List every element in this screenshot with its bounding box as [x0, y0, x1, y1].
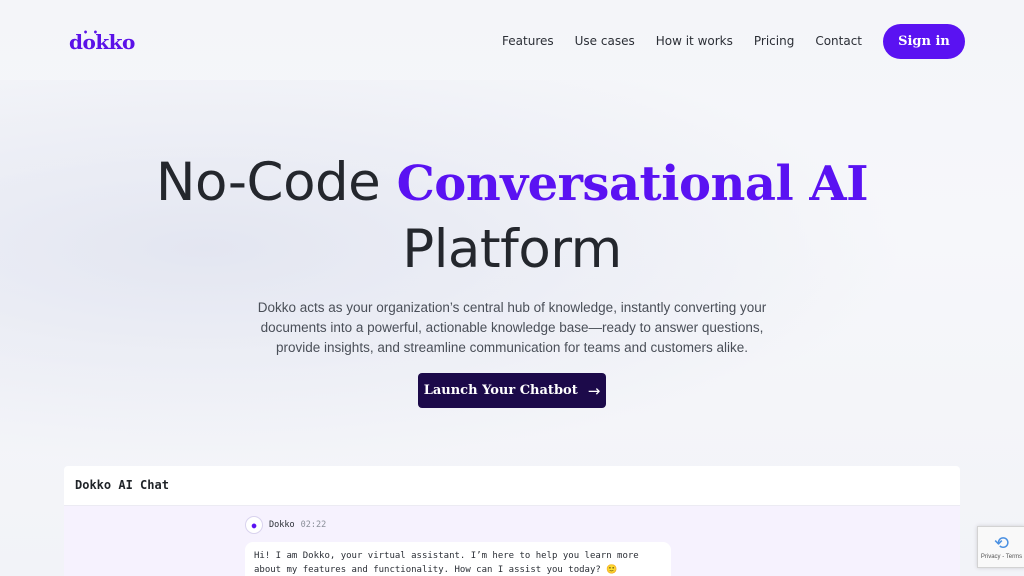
hero-title-post: Platform — [402, 219, 622, 280]
main-nav: Features Use cases How it works Pricing … — [481, 34, 862, 48]
hero-title: No-Code Conversational AI Platform — [0, 150, 1024, 283]
message-sender: Dokko — [269, 520, 295, 530]
message-meta: ● Dokko 02:22 — [245, 516, 326, 534]
chat-body: ● Dokko 02:22 Hi! I am Dokko, your virtu… — [64, 506, 960, 576]
hero-title-pre: No-Code — [155, 152, 397, 213]
cta-label: Launch Your Chatbot — [423, 383, 578, 398]
recaptcha-badge[interactable]: ⟲ Privacy - Terms — [977, 526, 1024, 568]
launch-chatbot-button[interactable]: Launch Your Chatbot → — [418, 373, 606, 408]
nav-use-cases[interactable]: Use cases — [575, 34, 635, 48]
hero-description: Dokko acts as your organization’s centra… — [257, 300, 767, 355]
sign-in-button[interactable]: Sign in — [883, 24, 965, 59]
dokko-logo[interactable]: • • dokko — [69, 27, 135, 55]
dokko-avatar-icon: ● — [245, 516, 263, 534]
recaptcha-legal: Privacy - Terms — [980, 554, 1023, 560]
nav-how-it-works[interactable]: How it works — [656, 34, 733, 48]
nav-contact[interactable]: Contact — [815, 34, 862, 48]
arrow-right-icon: → — [587, 381, 601, 400]
chat-title: Dokko AI Chat — [64, 466, 960, 506]
hero-title-accent: Conversational AI — [396, 156, 869, 212]
site-header: • • dokko Features Use cases How it work… — [0, 0, 1024, 84]
chat-widget: Dokko AI Chat ● Dokko 02:22 Hi! I am Dok… — [64, 466, 960, 576]
message-bubble: Hi! I am Dokko, your virtual assistant. … — [245, 542, 671, 576]
logo-text: dokko — [69, 30, 135, 54]
message-time: 02:22 — [300, 520, 327, 530]
nav-features[interactable]: Features — [502, 34, 554, 48]
logo-dots: • • — [83, 27, 100, 37]
recaptcha-icon: ⟲ — [993, 533, 1010, 554]
nav-pricing[interactable]: Pricing — [754, 34, 794, 48]
background-glow — [0, 80, 1024, 500]
